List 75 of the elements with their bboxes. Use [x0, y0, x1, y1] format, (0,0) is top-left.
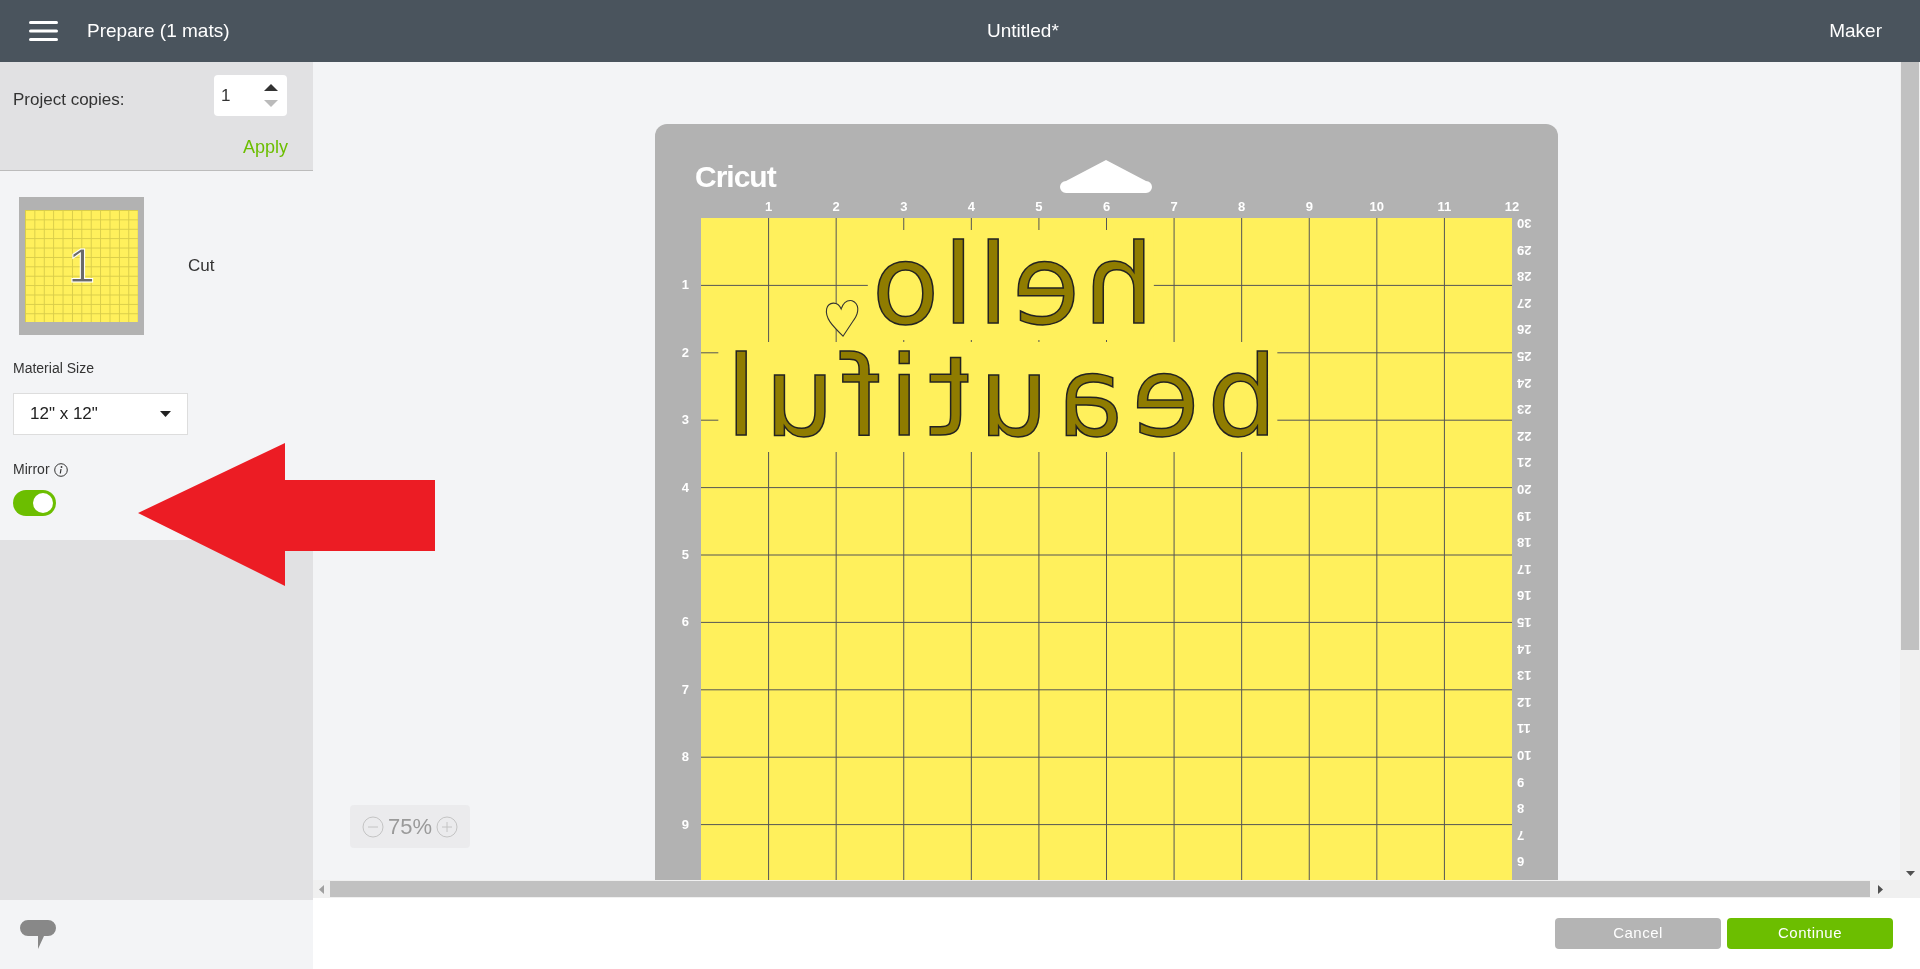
ruler-label: 6 — [681, 614, 689, 628]
ruler-label: 9 — [1305, 200, 1313, 213]
ruler-label: 26 — [1517, 322, 1532, 336]
ruler-label: 13 — [1517, 668, 1532, 682]
ruler-label: 7 — [1170, 200, 1178, 213]
caret-icon — [160, 411, 171, 417]
ruler-label: 17 — [1517, 562, 1532, 576]
mirror-toggle[interactable] — [13, 490, 56, 516]
ruler-label: 11 — [1437, 200, 1452, 213]
ruler-label: 10 — [1517, 748, 1532, 762]
chat-icon[interactable] — [20, 919, 56, 950]
ruler-label: 16 — [1517, 588, 1532, 602]
ruler-label: 4 — [967, 200, 975, 213]
ruler-label: 10 — [1369, 200, 1385, 213]
ruler-label: 7 — [1517, 828, 1525, 842]
ruler-label: 7 — [681, 682, 689, 696]
ruler-label: 24 — [1517, 376, 1532, 390]
ruler-label: 3 — [900, 200, 908, 213]
scroll-down-icon[interactable] — [1905, 871, 1915, 876]
continue-button[interactable]: Continue — [1727, 918, 1893, 949]
ruler-label: 5 — [1035, 200, 1043, 213]
ruler-label: 8 — [1238, 200, 1246, 213]
ruler-label: 19 — [1517, 509, 1532, 523]
zoom-out-icon[interactable] — [361, 815, 384, 838]
stepper-icon[interactable] — [263, 82, 279, 109]
copies-label: Project copies: — [13, 89, 125, 111]
mat-thumbnail[interactable]: 1 — [19, 197, 144, 335]
ruler-label: 21 — [1517, 455, 1532, 469]
ruler-label: 8 — [681, 749, 689, 763]
ruler-label: 8 — [1517, 801, 1525, 815]
ruler-label: 6 — [1517, 854, 1525, 868]
ruler-label: 22 — [1517, 429, 1532, 443]
ruler-label: 30 — [1517, 216, 1532, 230]
ruler-label: 2 — [681, 345, 689, 359]
ruler-label: 15 — [1517, 615, 1532, 629]
machine-name[interactable]: Maker — [1829, 16, 1882, 46]
ruler-label: 12 — [1504, 200, 1520, 213]
scroll-right-icon[interactable] — [1878, 884, 1883, 894]
mirror-label: Mirror — [13, 460, 50, 479]
material-size-dropdown[interactable]: 12" x 12" — [13, 393, 188, 435]
ruler-label: 4 — [681, 480, 689, 494]
material-size-label: Material Size — [13, 359, 94, 378]
ruler-label: 28 — [1517, 269, 1532, 283]
ruler-label: 1 — [681, 277, 689, 291]
document-title: Untitled* — [987, 18, 1059, 43]
ruler-label: 5 — [681, 547, 689, 561]
ruler-label: 23 — [1517, 402, 1532, 416]
ruler-label: 6 — [1102, 200, 1111, 213]
mirrored-design-text: beautiful — [718, 342, 1278, 452]
mat-number: 1 — [68, 242, 95, 290]
ruler-label: 2 — [832, 200, 840, 213]
scroll-left-icon[interactable] — [319, 884, 324, 894]
ruler-label: 29 — [1517, 243, 1532, 257]
ruler-label: 14 — [1517, 642, 1532, 656]
ruler-label: 27 — [1517, 296, 1532, 310]
ruler-label: 3 — [681, 412, 689, 426]
ruler-label: 9 — [1517, 775, 1525, 789]
ruler-label: 12 — [1517, 695, 1532, 709]
page-title: Prepare (1 mats) — [87, 18, 230, 43]
ruler-label: 11 — [1517, 721, 1531, 735]
ruler-label: 1 — [764, 200, 773, 213]
ruler-label: 18 — [1517, 535, 1532, 549]
brand-logo: Cricut — [695, 159, 776, 195]
mat-label: Cut — [188, 255, 215, 278]
zoom-in-icon[interactable] — [436, 815, 458, 838]
zoom-level: 75% — [387, 813, 432, 841]
menu-icon[interactable] — [29, 21, 58, 41]
copies-value: 1 — [221, 84, 231, 107]
ruler-label: 9 — [681, 817, 689, 831]
ruler-label: 25 — [1517, 349, 1532, 363]
vertical-scrollbar[interactable] — [1900, 62, 1920, 880]
ruler-label: 20 — [1517, 482, 1532, 496]
copies-field[interactable]: 1 — [214, 75, 287, 116]
mirrored-design-text: hello — [868, 230, 1154, 340]
info-icon[interactable] — [53, 462, 68, 477]
